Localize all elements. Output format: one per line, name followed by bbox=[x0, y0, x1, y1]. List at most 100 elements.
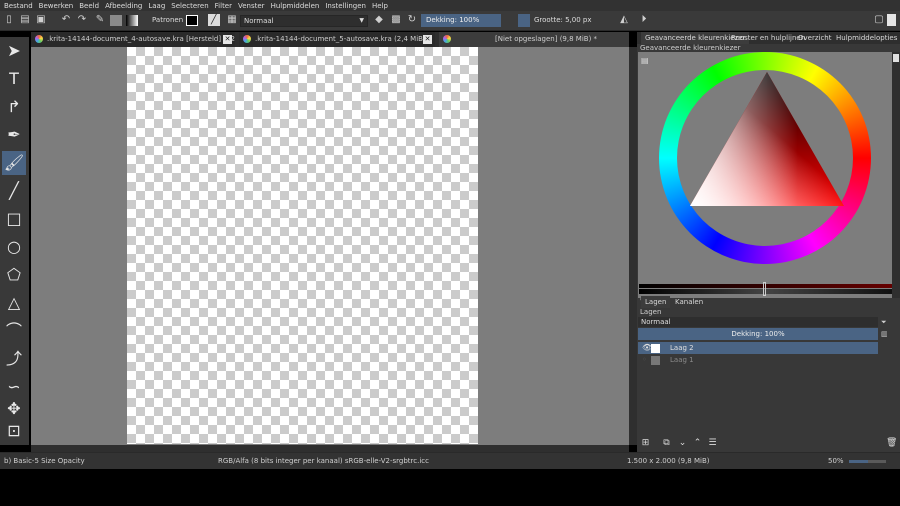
tab-tool-options[interactable]: Hulpmiddelopties bbox=[832, 32, 900, 44]
reload-preset-icon[interactable]: ↻ bbox=[406, 14, 418, 26]
opacity-label: Dekking: 100% bbox=[426, 16, 480, 24]
window-icon[interactable]: ▢ bbox=[873, 14, 885, 26]
menu-beeld[interactable]: Beeld bbox=[79, 2, 99, 10]
krita-document-icon bbox=[443, 35, 451, 43]
status-bar: b) Basic-5 Size Opacity RGB/Alfa (8 bits… bbox=[0, 452, 900, 469]
select-shapes-tool-icon[interactable]: ➤ bbox=[2, 39, 26, 63]
tab-unsaved[interactable]: [Niet opgeslagen] (9,8 MiB) * bbox=[439, 32, 629, 47]
duplicate-layer-icon[interactable]: ⧉ bbox=[661, 438, 672, 449]
blend-mode-select[interactable]: Normaal ▼ bbox=[240, 15, 368, 27]
zoom-slider[interactable] bbox=[849, 460, 886, 463]
transparent-canvas[interactable] bbox=[127, 47, 478, 444]
right-dock: Geavanceerde kleurenkiezer Rooster en hu… bbox=[637, 32, 900, 452]
alpha-lock-icon[interactable]: ▩ bbox=[390, 14, 402, 26]
layer-row[interactable]: ◦ Laag 1 bbox=[638, 354, 878, 366]
dynamic-brush-tool-icon[interactable]: ∽ bbox=[2, 375, 26, 399]
menu-bewerken[interactable]: Bewerken bbox=[39, 2, 74, 10]
tab-layers[interactable]: Lagen bbox=[641, 296, 671, 308]
move-layer-up-icon[interactable]: ⌃ bbox=[692, 438, 703, 449]
eraser-icon[interactable]: ◆ bbox=[373, 14, 385, 26]
gradient-swatch[interactable] bbox=[126, 15, 138, 26]
save-icon[interactable]: ▣ bbox=[35, 14, 47, 26]
close-icon[interactable]: ✕ bbox=[423, 35, 432, 44]
brush-presets-grid-icon[interactable]: ▦ bbox=[226, 14, 238, 26]
layer-blend-mode-value: Normaal bbox=[641, 318, 671, 326]
canvas-workspace[interactable] bbox=[31, 47, 629, 445]
text-tool-icon[interactable]: T bbox=[2, 67, 26, 91]
freehand-brush-tool-icon[interactable]: 🖌 bbox=[2, 151, 26, 175]
edit-shapes-tool-icon[interactable]: ↱ bbox=[2, 95, 26, 119]
move-layer-down-icon[interactable]: ⌄ bbox=[677, 438, 688, 449]
horizontal-scrollbar[interactable] bbox=[31, 445, 629, 452]
tab-label: [Niet opgeslagen] (9,8 MiB) * bbox=[495, 35, 598, 43]
brush-preset-icon[interactable]: ╱ bbox=[208, 14, 220, 26]
layer-blend-mode-select[interactable]: Normaal bbox=[638, 317, 878, 327]
color-selector-area: ▤ ⊘ bbox=[638, 52, 893, 303]
vertical-scrollbar[interactable] bbox=[629, 47, 637, 445]
hue-ring[interactable] bbox=[659, 52, 871, 264]
color-selector-title: Geavanceerde kleurenkiezer bbox=[640, 44, 741, 52]
size-slider[interactable]: Grootte: 5,00 px bbox=[518, 14, 598, 27]
chevron-down-icon: ▼ bbox=[359, 17, 364, 24]
menu-selecteren[interactable]: Selecteren bbox=[171, 2, 208, 10]
krita-document-icon bbox=[243, 35, 251, 43]
color-history-strip[interactable] bbox=[639, 284, 893, 288]
menu-instellingen[interactable]: Instellingen bbox=[325, 2, 366, 10]
menu-filter[interactable]: Filter bbox=[215, 2, 232, 10]
add-layer-icon[interactable]: ⊞ bbox=[640, 438, 651, 449]
menu-hulpmiddelen[interactable]: Hulpmiddelen bbox=[271, 2, 320, 10]
rectangle-tool-icon[interactable]: □ bbox=[2, 207, 26, 231]
delete-layer-icon[interactable]: 🗑 bbox=[886, 438, 897, 449]
common-colors-strip[interactable] bbox=[639, 289, 893, 294]
line-tool-icon[interactable]: ╱ bbox=[2, 179, 26, 203]
layer-opacity-slider[interactable]: Dekking: 100% bbox=[638, 328, 878, 340]
selector-settings-icon[interactable]: ▤ bbox=[641, 56, 649, 65]
layer-row[interactable]: 👁 Laag 2 bbox=[638, 342, 878, 354]
menu-bestand[interactable]: Bestand bbox=[4, 2, 33, 10]
transform-tool-icon[interactable]: ⊡ bbox=[2, 421, 26, 441]
tab-channels[interactable]: Kanalen bbox=[671, 296, 707, 308]
close-icon[interactable]: ✕ bbox=[223, 35, 232, 44]
multibrush-tool-icon[interactable]: ✥ bbox=[2, 397, 26, 421]
eye-icon[interactable]: ◦ bbox=[642, 354, 647, 366]
dock-scrollbar[interactable] bbox=[892, 52, 900, 298]
redo-icon[interactable]: ↷ bbox=[76, 14, 88, 26]
main-toolbar: ▯ ▤ ▣ ↶ ↷ ✎ Patronen ╱ ▦ Normaal ▼ ◆ ▩ ↻… bbox=[0, 11, 900, 31]
opacity-slider[interactable]: Dekking: 100% bbox=[421, 14, 501, 27]
filter-icon[interactable]: ⏷ bbox=[881, 318, 887, 327]
menubar: Bestand Bewerken Beeld Afbeelding Laag S… bbox=[0, 0, 900, 11]
new-document-icon[interactable]: ▯ bbox=[3, 14, 15, 26]
mirror-vertical-icon[interactable]: ⏵ bbox=[638, 14, 650, 26]
foreground-color-swatch[interactable] bbox=[186, 15, 198, 26]
menu-laag[interactable]: Laag bbox=[148, 2, 165, 10]
polygon-tool-icon[interactable]: ⬠ bbox=[2, 263, 26, 287]
panel-toggle-icon[interactable] bbox=[887, 14, 896, 26]
open-document-icon[interactable]: ▤ bbox=[19, 14, 31, 26]
zoom-level[interactable]: 50% bbox=[828, 453, 844, 469]
ellipse-tool-icon[interactable]: ○ bbox=[2, 235, 26, 259]
tab-document-5[interactable]: .krita-14144-document_5-autosave.kra (2,… bbox=[239, 32, 435, 47]
patterns-label[interactable]: Patronen bbox=[152, 16, 183, 24]
fill-gradient-swatch[interactable] bbox=[110, 15, 122, 26]
mirror-horizontal-icon[interactable]: ◭ bbox=[618, 14, 630, 26]
layer-properties-icon[interactable]: ☰ bbox=[707, 438, 718, 449]
brush-preset-status[interactable]: b) Basic-5 Size Opacity bbox=[4, 453, 85, 469]
menu-help[interactable]: Help bbox=[372, 2, 388, 10]
menu-venster[interactable]: Venster bbox=[238, 2, 265, 10]
layer-name: Laag 2 bbox=[670, 344, 694, 352]
freehand-path-tool-icon[interactable]: ⤴ bbox=[2, 347, 26, 371]
calligraphy-tool-icon[interactable]: ✒ bbox=[2, 123, 26, 147]
menu-afbeelding[interactable]: Afbeelding bbox=[105, 2, 142, 10]
tab-document-4[interactable]: .krita-14144-document_4-autosave.kra [He… bbox=[31, 32, 235, 47]
desktop-background bbox=[0, 469, 900, 506]
tab-label: .krita-14144-document_4-autosave.kra [He… bbox=[47, 35, 235, 43]
polyline-tool-icon[interactable]: △ bbox=[2, 291, 26, 315]
layer-thumbnail-size-icon[interactable]: ▥ bbox=[881, 330, 888, 338]
brush-editor-icon[interactable]: ✎ bbox=[94, 14, 106, 26]
tab-overview[interactable]: Overzicht bbox=[794, 32, 836, 44]
layer-actions-bar: ⊞ ⧉ ⌄ ⌃ ☰ 🗑 bbox=[637, 437, 900, 450]
undo-icon[interactable]: ↶ bbox=[60, 14, 72, 26]
size-label: Grootte: 5,00 px bbox=[534, 16, 592, 24]
bezier-tool-icon[interactable]: ⌒ bbox=[2, 319, 26, 343]
scroll-thumb[interactable] bbox=[893, 54, 899, 62]
